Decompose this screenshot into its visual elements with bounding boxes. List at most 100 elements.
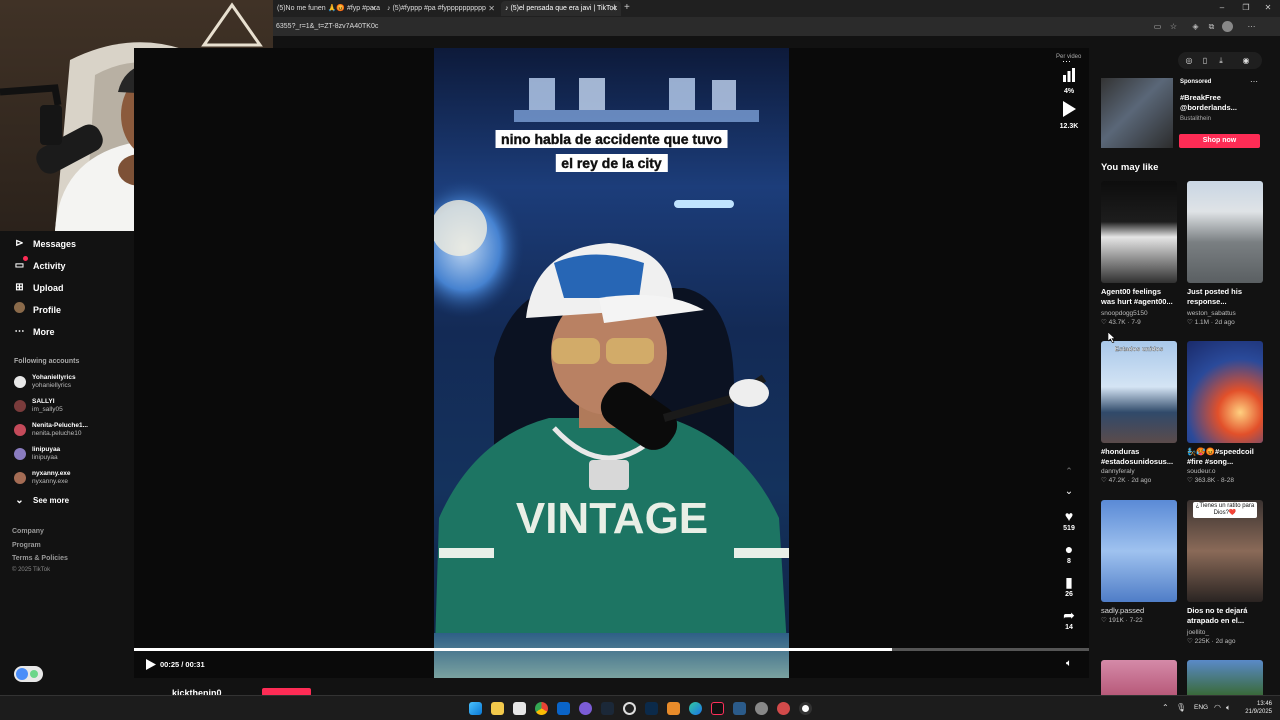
account-name: Yohaniellyrics (32, 374, 76, 381)
like-button[interactable]: ♥ 519 (1057, 508, 1081, 533)
footer-link-program[interactable]: Program (12, 542, 41, 549)
close-window-button[interactable]: ✕ (1258, 0, 1278, 16)
favorite-star-icon[interactable]: ☆ (1168, 21, 1179, 32)
new-tab-button[interactable]: + (624, 2, 630, 14)
card-stats: ♡ 363.8K · 8-28 (1187, 477, 1235, 484)
system-clock[interactable]: 13:46 21/9/2025 (1242, 700, 1272, 716)
recommended-video-card[interactable]: ¿Tienes un ratito para Dios?❤️ Dios no t… (1187, 500, 1263, 646)
close-icon[interactable]: ✕ (610, 1, 617, 16)
footer-link-company[interactable]: Company (12, 528, 44, 535)
share-count: 14 (1065, 624, 1073, 631)
extensions-icon[interactable]: ◈ (1190, 21, 1201, 32)
video-time: 00:25 / 00:31 (160, 660, 205, 669)
url-text[interactable]: 6355?_r=1&_t=ZT-8zv7A40TK0c (276, 20, 378, 33)
see-more-button[interactable]: ⌄ See more (14, 493, 69, 509)
tiktok-icon[interactable] (711, 702, 724, 715)
volume-icon[interactable]: 🔈︎ (1062, 658, 1076, 670)
card-stats: ♡ 47.2K · 2d ago (1101, 477, 1152, 484)
ad-thumbnail[interactable] (1101, 78, 1173, 148)
minimize-button[interactable]: – (1212, 0, 1232, 16)
following-account[interactable]: Yohaniellyrics yohaniellyrics (14, 372, 76, 392)
play-icon[interactable] (144, 658, 157, 671)
more-dots-icon[interactable]: ⋯ (1250, 77, 1258, 86)
profile-avatar[interactable] (1222, 21, 1233, 32)
recommended-video-card[interactable]: Just posted his response... weston_sabat… (1187, 181, 1263, 327)
app-icon[interactable] (777, 702, 790, 715)
photoshop-icon[interactable] (645, 702, 658, 715)
obs-icon[interactable] (623, 702, 636, 715)
settings-icon[interactable] (755, 702, 768, 715)
discord-icon[interactable] (579, 702, 592, 715)
speaker-icon[interactable]: 🔈︎ (1226, 703, 1231, 713)
more-dots-icon[interactable]: ⋯ (1246, 21, 1257, 32)
video-thumbnail[interactable] (1101, 660, 1177, 695)
microphone-icon[interactable]: 🎙︎ (1176, 703, 1186, 712)
browser-tab-2[interactable]: ♪ (5)#fyppp #pa #fypppppppppp ✕ (383, 1, 499, 16)
windows-start-icon[interactable] (469, 702, 482, 715)
explore-icon[interactable]: ◎ (1181, 52, 1197, 69)
card-title: #honduras #estadosunidosus... (1101, 447, 1174, 466)
comment-button[interactable]: ● 8 (1057, 541, 1081, 566)
sidebar-item-label: Activity (33, 261, 66, 271)
following-account[interactable]: linipuyaa linipuyaa (14, 444, 60, 464)
shop-now-button[interactable]: Shop now (1179, 134, 1260, 148)
sidebar-item-activity[interactable]: ▭ Activity (14, 256, 66, 274)
tab-title: (5)#fyppp #pa #fypppppppppp (392, 5, 486, 12)
close-icon[interactable]: ✕ (488, 1, 495, 16)
theme-toggle[interactable] (14, 666, 43, 682)
bar-chart-icon (1063, 68, 1075, 82)
outlook-icon[interactable] (557, 702, 570, 715)
collections-icon[interactable]: ⧉ (1206, 21, 1217, 32)
chrome-icon[interactable] (535, 702, 548, 715)
media-player-icon[interactable] (799, 702, 812, 715)
save-button[interactable]: ▮ 26 (1057, 574, 1081, 599)
video-thumbnail[interactable] (1187, 660, 1263, 695)
browser-tab-1[interactable]: (5)No me funen 🙏😡 #fyp #para ✕ (273, 1, 381, 16)
sidebar-item-more[interactable]: ⋯ More (14, 324, 55, 340)
account-handle: nenita.peluche10 (32, 430, 82, 437)
avatar[interactable]: ◉ (1238, 52, 1254, 69)
sidebar-item-profile[interactable]: Profile (14, 301, 61, 319)
more-dots-icon[interactable]: ⋯ (1062, 56, 1071, 67)
chevron-up-icon[interactable]: ⌃ (1162, 703, 1169, 712)
video-thumbnail: ¿Tienes un ratito para Dios?❤️ (1187, 500, 1263, 602)
sidebar-item-messages[interactable]: ⊳ Messages (14, 236, 76, 252)
reader-icon[interactable]: ▭ (1152, 21, 1163, 32)
following-account[interactable]: nyxanny.exe nyxanny.exe (14, 468, 71, 488)
browser-tab-3[interactable]: ♪ (5)el pensada que era javi | TikTok ✕ (501, 1, 621, 16)
keyboard-language[interactable]: ENG (1194, 704, 1208, 711)
next-video-button[interactable]: ⌄ (1057, 486, 1081, 497)
footer-link-terms[interactable]: Terms & Policies (12, 555, 68, 562)
card-stats: ♡ 191K · 7-22 (1101, 617, 1143, 624)
app-icon[interactable] (667, 702, 680, 715)
ad-account[interactable]: Bustalithein (1180, 116, 1211, 122)
wifi-icon[interactable]: ◠ (1214, 703, 1221, 712)
stats-button[interactable]: 4% (1057, 68, 1081, 96)
following-account[interactable]: SALLYI im_sally05 (14, 396, 63, 416)
recommended-video-card[interactable]: 🧞🥵😡#speedcoil #fire #song... soudeur.o ♡… (1187, 341, 1263, 485)
phone-icon[interactable]: ▯ (1197, 52, 1213, 69)
recommended-video-card[interactable]: Agent00 feelings was hurt #agent00... sn… (1101, 181, 1177, 327)
video-caption-line-1: nino habla de accidente que tuvo (495, 130, 728, 148)
video-frame[interactable]: VINTAGE nino habla de accidente que tuvo… (434, 48, 789, 678)
notification-dot (23, 256, 28, 261)
avatar (14, 448, 26, 460)
file-explorer-icon[interactable] (491, 702, 504, 715)
store-icon[interactable] (513, 702, 526, 715)
close-icon[interactable]: ✕ (370, 1, 377, 16)
ad-title[interactable]: #BreakFree @borderlands... (1180, 93, 1260, 113)
avatar-icon (14, 301, 25, 319)
sidebar-item-upload[interactable]: ⊞ Upload (14, 280, 63, 296)
share-button[interactable]: ➦ 14 (1057, 607, 1081, 632)
following-account[interactable]: Nenita-Peluche1... nenita.peluche10 (14, 420, 88, 440)
comment-icon: ● (1064, 541, 1074, 557)
recommended-video-card[interactable]: sadly.passed ♡ 191K · 7-22 (1101, 500, 1177, 625)
download-icon[interactable]: ⤓ (1213, 52, 1229, 69)
maximize-button[interactable]: ❐ (1236, 0, 1256, 16)
recommended-video-card[interactable]: Estados unidos #honduras #estadosunidosu… (1101, 341, 1177, 485)
app-icon[interactable] (733, 702, 746, 715)
steam-icon[interactable] (601, 702, 614, 715)
previous-video-button[interactable]: ⌃ (1057, 466, 1081, 477)
edge-icon[interactable] (689, 702, 702, 715)
plays-count: 12.3K (1059, 123, 1079, 130)
